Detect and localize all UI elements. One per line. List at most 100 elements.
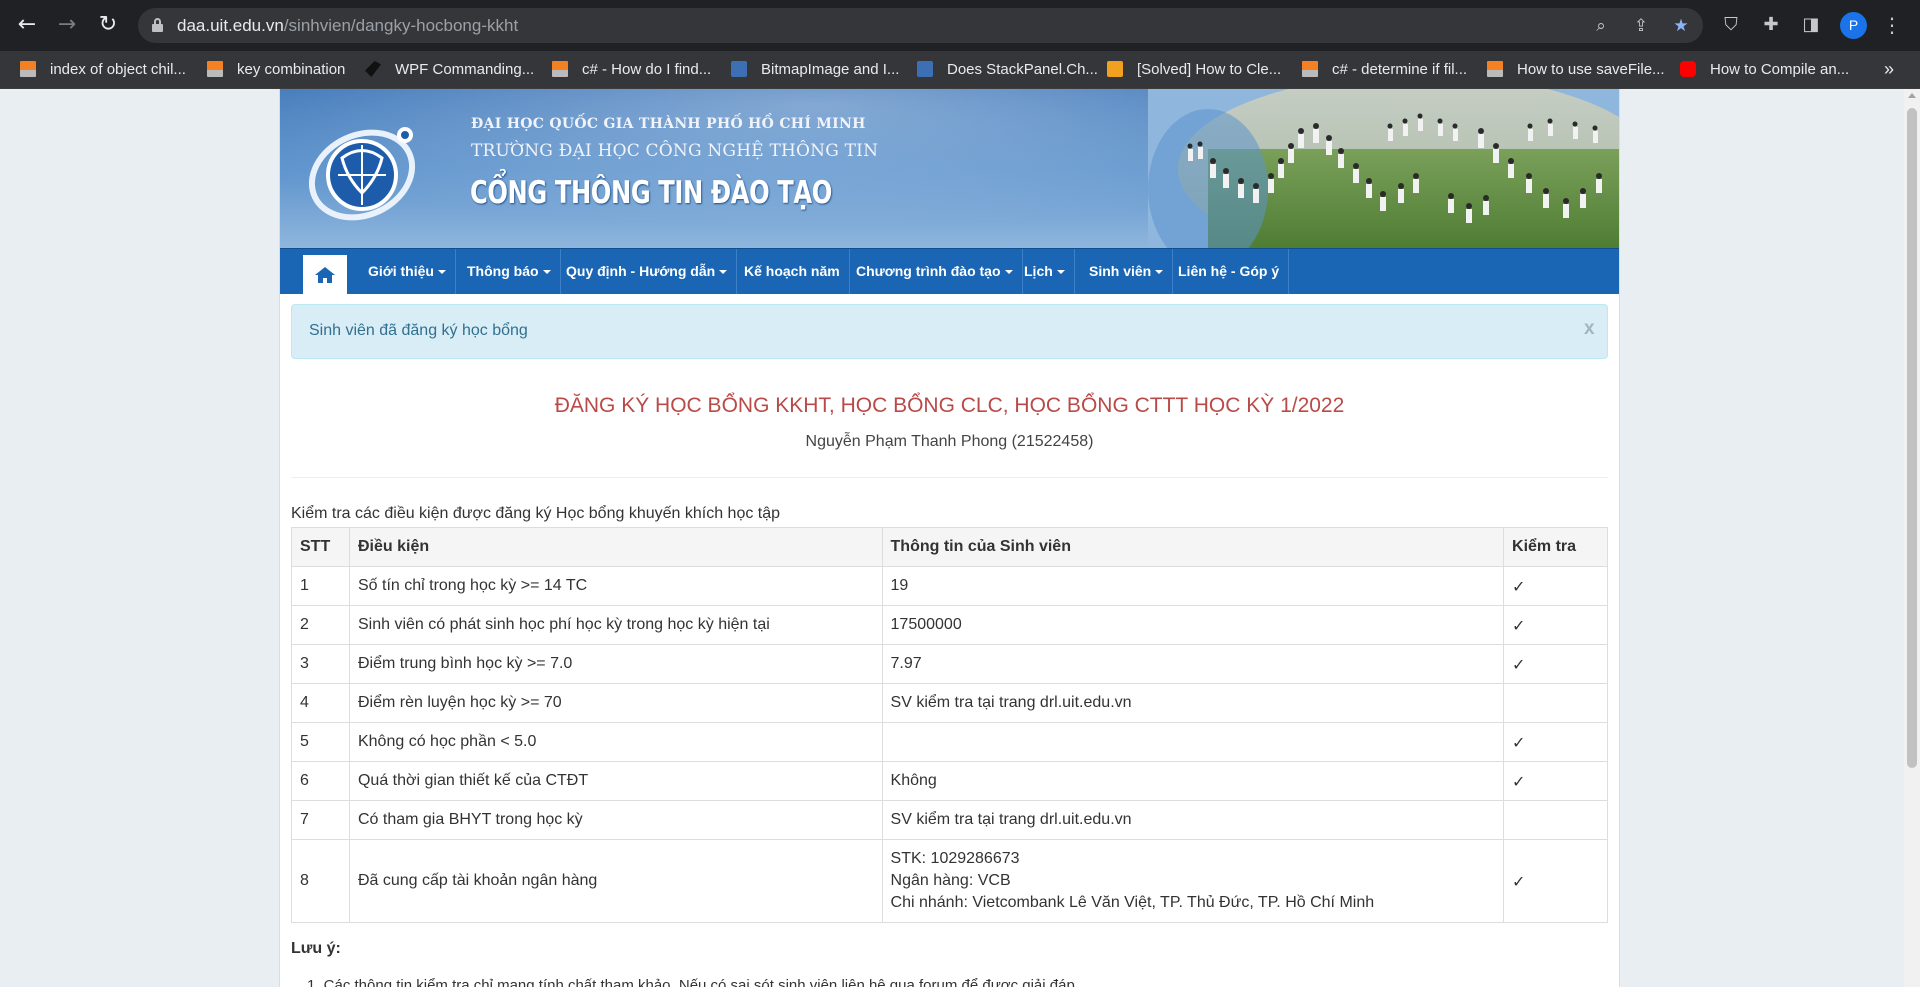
page-viewport: ĐẠI HỌC QUỐC GIA THÀNH PHỐ HỒ CHÍ MINH T… [0,89,1904,987]
check-mark-icon: ✓ [1503,839,1608,923]
lock-icon[interactable] [152,18,163,32]
info-alert: Sinh viên đã đăng ký học bổng x [291,304,1608,359]
cell-info: Không [881,761,1505,801]
cell-stt: 5 [291,722,350,762]
menu-item-gioi-thieu[interactable]: Giới thiệu [359,249,456,294]
wpf-icon [365,61,381,77]
bookmarks-overflow-icon[interactable]: » [1884,51,1894,89]
bookmark-item[interactable]: c# - How do I find... [552,51,711,89]
bookmark-item[interactable]: BitmapImage and I... [731,51,899,89]
url-text[interactable]: daa.uit.edu.vn/sinhvien/dangky-hocbong-k… [177,16,518,36]
cell-condition: Điểm trung bình học kỳ >= 7.0 [348,644,883,684]
stackoverflow-icon [552,61,568,77]
reload-icon[interactable]: ↻ [95,12,121,38]
cell-stt: 7 [291,800,350,840]
scrollbar-thumb[interactable] [1907,108,1917,768]
check-cell [1503,683,1608,723]
page-title: ĐĂNG KÝ HỌC BỔNG KKHT, HỌC BỔNG CLC, HỌC… [554,394,1345,417]
bookmark-item[interactable]: key combination [207,51,345,89]
page-scrollbar[interactable] [1904,89,1920,987]
bank-name: Ngân hàng: VCB [890,872,1011,889]
banner-line-3: CỔNG THÔNG TIN ĐÀO TẠO [470,175,832,211]
check-mark-icon: ✓ [1503,761,1608,801]
profile-avatar[interactable]: P [1840,12,1867,39]
scroll-up-arrow-icon[interactable] [1908,93,1916,98]
bookmark-item[interactable]: [Solved] How to Cle... [1107,51,1281,89]
cell-condition: Sinh viên có phát sinh học phí học kỳ tr… [348,605,883,645]
more-options-icon[interactable]: ⋮ [1882,12,1902,39]
youtube-icon [1680,61,1696,77]
cell-stt: 3 [291,644,350,684]
table-header-row: STT Điều kiện Thông tin của Sinh viên Ki… [291,527,1608,567]
menu-item-thong-bao[interactable]: Thông báo [458,249,561,294]
table-row: 7 Có tham gia BHYT trong học kỳ SV kiểm … [291,800,1608,840]
address-bar[interactable]: daa.uit.edu.vn/sinhvien/dangky-hocbong-k… [138,8,1703,43]
bookmark-item[interactable]: Does StackPanel.Ch... [917,51,1098,89]
cell-stt: 8 [291,839,350,923]
stackoverflow-icon [1487,61,1503,77]
header-check: Kiểm tra [1503,527,1608,567]
note-item: 1. Các thông tin kiểm tra chỉ mang tính … [307,977,1079,987]
share-icon[interactable]: ⇪ [1630,15,1652,37]
bank-branch: Chi nhánh: Vietcombank Lê Văn Việt, TP. … [890,894,1375,911]
cell-info [881,722,1505,762]
table-row: 2 Sinh viên có phát sinh học phí học kỳ … [291,605,1608,645]
menu-item-lien-he[interactable]: Liên hệ - Góp ý [1169,249,1290,294]
stackoverflow-icon [207,61,223,77]
bank-account-number: STK: 1029286673 [890,850,1020,867]
university-logo[interactable] [302,113,432,223]
shield-extension-icon[interactable]: ⛉ [1719,13,1743,37]
main-menu: Giới thiệu Thông báo Quy định - Hướng dẫ… [280,248,1619,295]
cell-stt: 4 [291,683,350,723]
side-panel-icon[interactable]: ◨ [1799,13,1823,37]
header-stt: STT [291,527,350,567]
stackoverflow-icon [20,61,36,77]
check-mark-icon: ✓ [1503,605,1608,645]
table-row: 6 Quá thời gian thiết kế của CTĐT Không … [291,761,1608,801]
caret-down-icon [1155,270,1164,275]
caret-down-icon [1056,270,1065,275]
cell-info: STK: 1029286673 Ngân hàng: VCB Chi nhánh… [881,839,1505,923]
banner-line-2: TRƯỜNG ĐẠI HỌC CÔNG NGHỆ THÔNG TIN [471,141,879,161]
cell-condition: Có tham gia BHYT trong học kỳ [348,800,883,840]
menu-item-chuong-trinh[interactable]: Chương trình đào tạo [847,249,1023,294]
back-arrow-icon[interactable]: ← [14,12,40,38]
alert-message: Sinh viên đã đăng ký học bổng [309,322,528,339]
table-row: 1 Số tín chỉ trong học kỳ >= 14 TC 19 ✓ [291,566,1608,606]
header-condition: Điều kiện [348,527,883,567]
forward-arrow-icon[interactable]: → [54,12,80,38]
cell-info: SV kiểm tra tại trang drl.uit.edu.vn [881,683,1505,723]
stackoverflow-icon [1302,61,1318,77]
menu-item-sinh-vien[interactable]: Sinh viên [1080,249,1174,294]
extensions-puzzle-icon[interactable]: ✚ [1759,13,1783,37]
bookmark-item[interactable]: How to use saveFile... [1487,51,1665,89]
student-name: Nguyễn Phạm Thanh Phong (21522458) [805,433,1094,450]
banner-line-1: ĐẠI HỌC QUỐC GIA THÀNH PHỐ HỒ CHÍ MINH [471,116,866,132]
solved-icon [1107,61,1123,77]
bookmark-item[interactable]: c# - determine if fil... [1302,51,1467,89]
table-row: 5 Không có học phần < 5.0 ✓ [291,722,1608,762]
divider [291,477,1608,478]
close-icon[interactable]: x [1584,318,1595,340]
bookmarks-bar: index of object chil... key combination … [0,51,1920,89]
header-student-info: Thông tin của Sinh viên [881,527,1505,567]
table-caption: Kiểm tra các điều kiện được đăng ký Học … [291,505,781,522]
bookmark-item[interactable]: How to Compile an... [1680,51,1849,89]
caret-down-icon [542,270,551,275]
bookmark-item[interactable]: index of object chil... [20,51,186,89]
menu-item-lich[interactable]: Lịch [1015,249,1075,294]
site-banner: ĐẠI HỌC QUỐC GIA THÀNH PHỐ HỒ CHÍ MINH T… [280,89,1619,248]
menu-item-quy-dinh[interactable]: Quy định - Hướng dẫn [557,249,738,294]
check-mark-icon: ✓ [1503,722,1608,762]
bookmark-star-icon[interactable]: ★ [1670,15,1692,37]
menu-item-ke-hoach-nam[interactable]: Kế hoạch năm [735,249,850,294]
zoom-icon[interactable]: ⌕ [1590,15,1612,37]
cell-stt: 1 [291,566,350,606]
cell-condition: Không có học phần < 5.0 [348,722,883,762]
home-tab[interactable] [303,255,347,295]
home-icon [315,267,335,283]
cell-condition: Điểm rèn luyện học kỳ >= 70 [348,683,883,723]
cell-condition: Quá thời gian thiết kế của CTĐT [348,761,883,801]
check-mark-icon: ✓ [1503,644,1608,684]
bookmark-item[interactable]: WPF Commanding... [365,51,534,89]
